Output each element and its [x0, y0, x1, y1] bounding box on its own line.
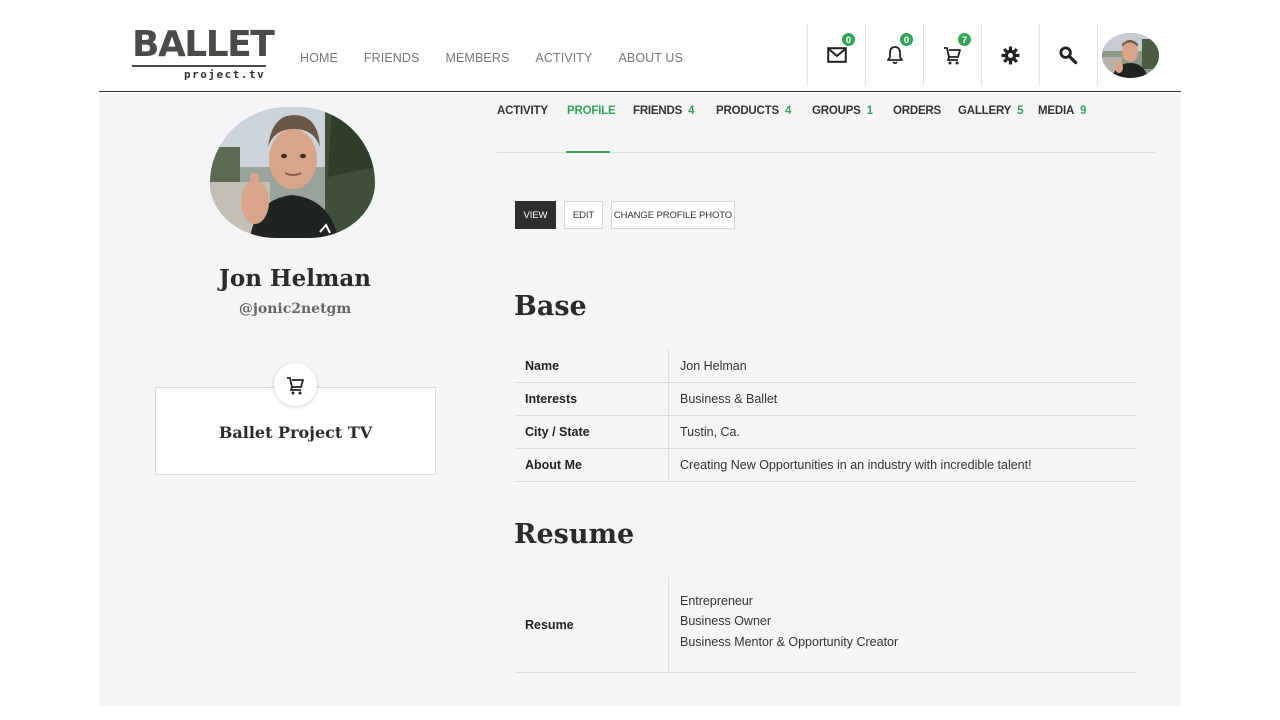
- store-name[interactable]: Ballet Project TV: [155, 423, 436, 442]
- resume-line: Business Owner: [680, 614, 772, 629]
- table-row: Name Jon Helman: [515, 350, 1137, 383]
- envelope-icon: [826, 47, 847, 63]
- resume-section-title: Resume: [514, 519, 635, 550]
- site-logo[interactable]: BALLET project.tv: [132, 26, 275, 84]
- field-label: About Me: [515, 449, 669, 481]
- tab-label: PROFILE: [567, 105, 616, 117]
- base-section-title: Base: [514, 291, 587, 322]
- header-icon-bar: 0 0 7: [807, 24, 1163, 86]
- active-tab-indicator: [566, 151, 610, 153]
- tab-groups[interactable]: GROUPS 1: [812, 105, 873, 117]
- resume-table: Resume Entrepreneur Business Owner Busin…: [515, 577, 1137, 673]
- tab-count: 1: [866, 105, 873, 117]
- main-nav: HOME FRIENDS MEMBERS ACTIVITY ABOUT US: [300, 51, 709, 65]
- search-icon: [1059, 45, 1078, 64]
- tab-label: PRODUCTS: [716, 105, 779, 117]
- logo-divider: [132, 65, 266, 67]
- field-value: Tustin, Ca.: [680, 425, 740, 439]
- profile-content: Jon Helman @jonic2netgm Ballet Project T…: [99, 93, 1181, 706]
- table-row: About Me Creating New Opportunities in a…: [515, 449, 1137, 482]
- nav-home[interactable]: HOME: [300, 51, 338, 65]
- profile-handle: @jonic2netgm: [238, 301, 352, 317]
- table-row: Interests Business & Ballet: [515, 383, 1137, 416]
- table-row: City / State Tustin, Ca.: [515, 416, 1137, 449]
- table-row: Resume Entrepreneur Business Owner Busin…: [515, 577, 1137, 673]
- cart-button[interactable]: 7: [923, 24, 981, 86]
- settings-button[interactable]: [981, 24, 1039, 86]
- messages-button[interactable]: 0: [807, 24, 865, 86]
- resume-line: Business Mentor & Opportunity Creator: [680, 634, 899, 649]
- base-table: Name Jon Helman Interests Business & Bal…: [515, 350, 1137, 482]
- tab-profile[interactable]: PROFILE: [567, 105, 616, 117]
- tab-count: 9: [1080, 105, 1087, 117]
- resume-value: Entrepreneur Business Owner Business Men…: [669, 577, 1137, 672]
- resume-line: Entrepreneur: [680, 593, 753, 608]
- edit-button[interactable]: EDIT: [564, 201, 603, 229]
- tab-label: ACTIVITY: [497, 105, 548, 117]
- tab-label: ORDERS: [893, 105, 942, 117]
- messages-count-badge: 0: [841, 32, 856, 47]
- tab-count: 4: [688, 105, 695, 117]
- field-value: Creating New Opportunities in an industr…: [680, 458, 1032, 472]
- tab-products[interactable]: PRODUCTS 4: [716, 105, 791, 117]
- tab-label: FRIENDS: [633, 105, 683, 117]
- notifications-button[interactable]: 0: [865, 24, 923, 86]
- nav-activity[interactable]: ACTIVITY: [535, 51, 592, 65]
- change-profile-photo-button[interactable]: CHANGE PROFILE PHOTO: [611, 201, 735, 229]
- notifications-count-badge: 0: [899, 32, 914, 47]
- tab-count: 4: [784, 105, 792, 117]
- site-header: BALLET project.tv HOME FRIENDS MEMBERS A…: [99, 0, 1181, 92]
- field-label: City / State: [515, 416, 669, 448]
- tab-orders[interactable]: ORDERS: [893, 105, 941, 117]
- search-button[interactable]: [1039, 24, 1097, 86]
- nav-members[interactable]: MEMBERS: [445, 51, 509, 65]
- gear-icon: [1001, 45, 1020, 65]
- account-menu[interactable]: [1097, 24, 1163, 86]
- field-value: Jon Helman: [680, 359, 747, 373]
- nav-about-us[interactable]: ABOUT US: [618, 51, 682, 65]
- logo-main-text: BALLET: [132, 24, 275, 65]
- tab-label: GROUPS: [812, 105, 861, 117]
- profile-tabs: ACTIVITY PROFILE FRIENDS 4 PRODUCTS 4 GROU…: [497, 93, 1155, 153]
- cart-count-badge: 7: [957, 32, 972, 47]
- bell-icon: [886, 46, 903, 65]
- avatar: [1102, 32, 1159, 78]
- field-label: Interests: [515, 383, 669, 415]
- tab-label: GALLERY: [958, 105, 1012, 117]
- page-frame: BALLET project.tv HOME FRIENDS MEMBERS A…: [99, 0, 1181, 706]
- tab-friends[interactable]: FRIENDS 4: [633, 105, 694, 117]
- tab-label: MEDIA: [1038, 105, 1075, 117]
- nav-friends[interactable]: FRIENDS: [364, 51, 420, 65]
- profile-name: Jon Helman: [218, 265, 371, 292]
- field-label: Name: [515, 350, 669, 382]
- field-value: Business & Ballet: [680, 392, 778, 406]
- profile-photo[interactable]: [210, 107, 375, 238]
- cart-icon: [943, 47, 961, 65]
- view-button[interactable]: VIEW: [515, 201, 556, 229]
- tab-count: 5: [1017, 105, 1024, 117]
- tab-gallery[interactable]: GALLERY 5: [958, 105, 1024, 117]
- field-label: Resume: [515, 577, 669, 672]
- logo-sub-text: project.tv: [184, 68, 266, 81]
- tab-activity[interactable]: ACTIVITY: [497, 105, 548, 117]
- store-cart-icon: [274, 363, 317, 406]
- tab-media[interactable]: MEDIA 9: [1038, 105, 1086, 117]
